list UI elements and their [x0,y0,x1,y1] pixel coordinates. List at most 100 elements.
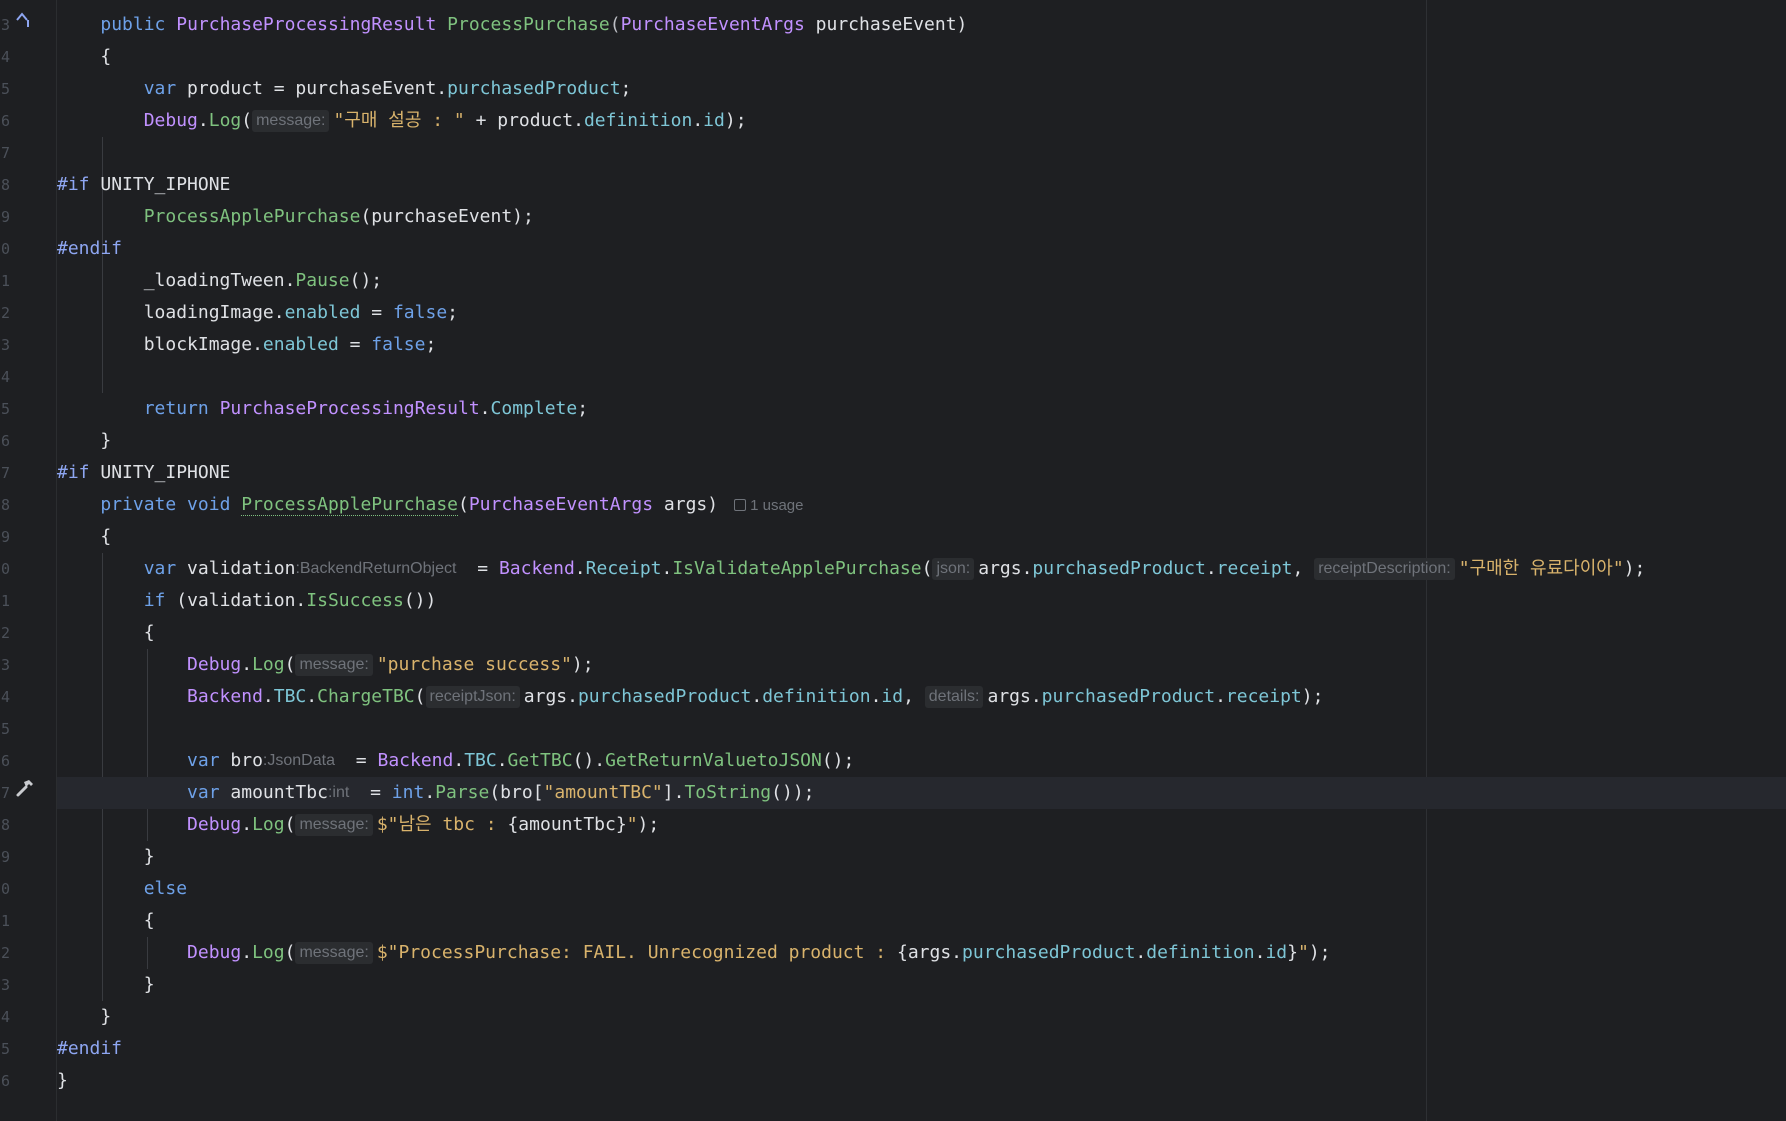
line-number: 9 [0,208,10,226]
punct: . [262,686,274,707]
code-line[interactable]: #if UNITY_IPHONE [57,169,1786,201]
punct: (). [572,750,606,771]
punct: (); [821,750,855,771]
punct: ()); [771,782,815,803]
parameter-hint: message: [295,942,373,964]
hammer-icon[interactable] [14,777,36,809]
code-line[interactable]: { [57,617,1786,649]
punct: . [1135,942,1147,963]
punct: ( [284,942,296,963]
type-name: PurchaseEventArgs [468,494,654,515]
keyword: return [143,398,209,419]
identifier: loadingImage. [143,302,285,323]
code-line[interactable]: { [57,905,1786,937]
code-line[interactable]: } [57,425,1786,457]
code-line[interactable]: } [57,841,1786,873]
preprocessor: #endif [57,238,123,259]
punct: ); [1308,942,1331,963]
code-line[interactable] [57,713,1786,745]
keyword: else [143,878,188,899]
code-line[interactable]: #endif [57,1033,1786,1065]
keyword: var [187,750,220,771]
parameter-hint: message: [252,110,330,132]
line-number: 6 [0,112,10,130]
punct: . [1215,686,1226,707]
line-number: 1 [0,272,10,290]
line-number: 0 [0,240,10,258]
code-line[interactable]: { [57,41,1786,73]
punct: ( [458,494,469,515]
code-line[interactable]: } [57,1065,1786,1097]
code-line[interactable]: _loadingTween.Pause(); [57,265,1786,297]
override-icon[interactable] [14,9,32,41]
punct: . [692,110,704,131]
code-line[interactable]: if (validation.IsSuccess()) [57,585,1786,617]
punct: = [338,334,372,355]
punct: . [870,686,882,707]
code-line[interactable]: return PurchaseProcessingResult.Complete… [57,393,1786,425]
code-editor[interactable]: 3 4 5 6 7 8 9 0 1 2 3 4 5 6 7 8 9 0 1 2 … [0,0,1786,1121]
code-line[interactable]: public PurchaseProcessingResult ProcessP… [57,9,1786,41]
line-number-gutter[interactable]: 3 4 5 6 7 8 9 0 1 2 3 4 5 6 7 8 9 0 1 2 … [0,0,57,1121]
code-line[interactable]: Backend.TBC.ChargeTBC(receiptJson: args.p… [57,681,1786,713]
line-number: 7 [0,784,10,802]
property: id [881,686,904,707]
method-name: IsSuccess [306,590,404,611]
identifier: UNITY_IPHONE [89,462,231,483]
method-name: Log [208,110,242,131]
punct: ; [577,398,589,419]
preprocessor: #if [57,462,90,483]
code-line[interactable] [57,361,1786,393]
code-line[interactable]: else [57,873,1786,905]
code-line[interactable]: var product = purchaseEvent.purchasedPro… [57,73,1786,105]
code-line[interactable]: Debug.Log(message: $"남은 tbc : {amountTbc}… [57,809,1786,841]
code-line[interactable]: Debug.Log(message: "purchase success"); [57,649,1786,681]
code-area[interactable]: public PurchaseProcessingResult ProcessP… [57,9,1786,1097]
code-line[interactable]: loadingImage.enabled = false; [57,297,1786,329]
usage-count: 1 usage [750,497,804,514]
code-line[interactable]: } [57,1001,1786,1033]
punct: (bro[ [489,782,544,803]
line-number: 6 [0,1072,10,1090]
property: purchasedProduct [447,78,621,99]
code-line[interactable]: var bro:JsonData = Backend.TBC.GetTBC().… [57,745,1786,777]
code-line[interactable]: ProcessApplePurchase(purchaseEvent); [57,201,1786,233]
code-line[interactable]: #endif [57,233,1786,265]
property: enabled [262,334,339,355]
line-number: 3 [0,336,10,354]
interpolation: {args. [896,942,963,963]
code-line[interactable]: #if UNITY_IPHONE [57,457,1786,489]
code-line[interactable]: var validation:BackendReturnObject = Bac… [57,553,1786,585]
line-number: 2 [0,624,10,642]
preprocessor: #if [57,174,90,195]
punct: ( [921,558,933,579]
identifier: args. [987,686,1042,707]
code-line[interactable]: private void ProcessApplePurchase(Purcha… [57,489,1786,521]
property: Receipt [585,558,662,579]
code-line[interactable]: blockImage.enabled = false; [57,329,1786,361]
property: TBC [464,750,497,771]
code-line[interactable]: { [57,521,1786,553]
usage-link[interactable]: 1 usage [734,497,804,514]
line-number: 9 [0,528,10,546]
code-line[interactable]: } [57,969,1786,1001]
code-line[interactable] [57,137,1786,169]
property: purchasedProduct [577,686,752,707]
property: receipt [1225,686,1302,707]
parameter-hint: message: [295,654,373,676]
type-name: Debug [187,814,242,835]
keyword: var [143,558,177,579]
keyword: false [371,334,426,355]
code-line-current[interactable]: var amountTbc:int = int.Parse(bro["amoun… [57,777,1786,809]
type-name: Backend [498,558,575,579]
code-line[interactable]: Debug.Log(message: $"ProcessPurchase: FAI… [57,937,1786,969]
punct: (); [349,270,383,291]
parameter-hint: receiptDescription: [1314,558,1455,580]
type-name: PurchaseProcessingResult [176,14,437,35]
identifier: args. [523,686,578,707]
punct: . [241,942,253,963]
code-line[interactable]: Debug.Log(message: "구매 설공 : " + product.d… [57,105,1786,137]
type-name: Backend [377,750,454,771]
punct: { [100,526,112,547]
method-name: Log [252,814,285,835]
